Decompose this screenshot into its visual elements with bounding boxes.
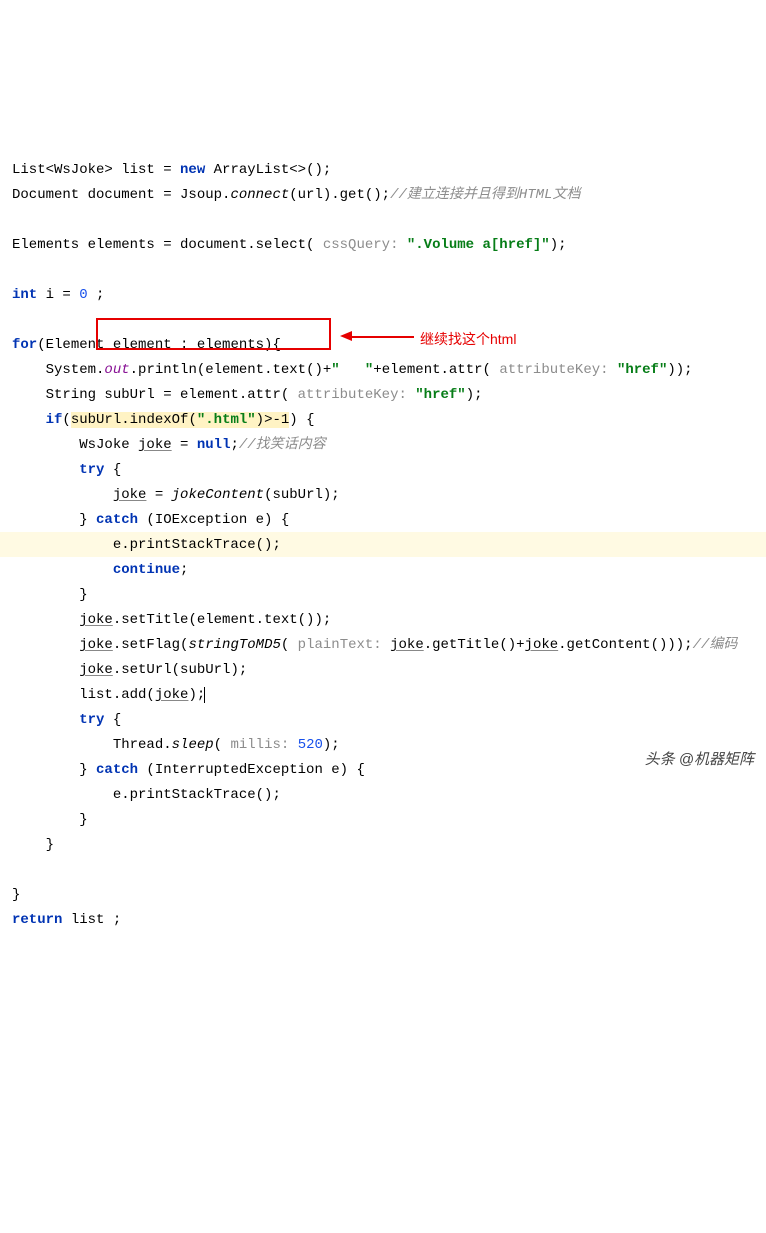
t: { bbox=[104, 712, 121, 728]
kw-catch: catch bbox=[96, 762, 138, 778]
annotation-box bbox=[96, 318, 331, 350]
t: .setTitle(element.text()); bbox=[113, 612, 331, 628]
kw-new: new bbox=[180, 162, 205, 178]
t: } bbox=[12, 512, 96, 528]
t bbox=[12, 612, 79, 628]
kw-catch: catch bbox=[96, 512, 138, 528]
fn-md5: stringToMD5 bbox=[188, 637, 280, 653]
t: Thread. bbox=[12, 737, 172, 753]
watermark: 头条 @机器矩阵 bbox=[645, 747, 754, 772]
string: ".Volume a[href]" bbox=[407, 237, 550, 253]
annotation-arrow-head-icon bbox=[340, 331, 352, 341]
t: System. bbox=[12, 362, 104, 378]
param-hint: attributeKey: bbox=[491, 362, 617, 378]
t: } bbox=[12, 587, 88, 603]
string: "href" bbox=[415, 387, 465, 403]
hl: subUrl.indexOf( bbox=[71, 412, 197, 428]
kw-try: try bbox=[79, 462, 104, 478]
t: list.add( bbox=[12, 687, 155, 703]
annotation-arrow-line bbox=[352, 336, 414, 338]
t: } bbox=[12, 812, 88, 828]
t bbox=[12, 637, 79, 653]
t bbox=[12, 662, 79, 678]
t: i = bbox=[37, 287, 79, 303]
t: (url).get(); bbox=[289, 187, 390, 203]
t: List<WsJoke> list = bbox=[12, 162, 180, 178]
var-joke: joke bbox=[138, 437, 172, 453]
t: e.printStackTrace(); bbox=[12, 787, 281, 803]
string: ".html" bbox=[197, 412, 256, 428]
t: ; bbox=[230, 437, 238, 453]
t: Elements elements = document.select( bbox=[12, 237, 314, 253]
t: ; bbox=[88, 287, 105, 303]
num: 520 bbox=[298, 737, 323, 753]
var-joke: joke bbox=[155, 687, 189, 703]
t: (IOException e) { bbox=[138, 512, 289, 528]
fn-jokecontent: jokeContent bbox=[172, 487, 264, 503]
kw-for: for bbox=[12, 337, 37, 353]
t: Document document = Jsoup. bbox=[12, 187, 230, 203]
kw-continue: continue bbox=[113, 562, 180, 578]
comment: //找笑话内容 bbox=[239, 437, 326, 453]
t: +element.attr( bbox=[373, 362, 491, 378]
kw-if: if bbox=[46, 412, 63, 428]
field-out: out bbox=[104, 362, 129, 378]
t: } bbox=[12, 837, 54, 853]
t: .setFlag( bbox=[113, 637, 189, 653]
t: .println(element.text()+ bbox=[130, 362, 332, 378]
comment: //编码 bbox=[693, 637, 738, 653]
comment: //建立连接并且得到HTML文档 bbox=[390, 187, 580, 203]
t: } bbox=[12, 887, 20, 903]
kw-int: int bbox=[12, 287, 37, 303]
annotation-text: 继续找这个html bbox=[420, 327, 516, 352]
code-block: List<WsJoke> list = new ArrayList<>(); D… bbox=[12, 158, 754, 933]
var-joke: joke bbox=[79, 637, 113, 653]
t: ); bbox=[550, 237, 567, 253]
t: ); bbox=[466, 387, 483, 403]
t: ); bbox=[323, 737, 340, 753]
num: 0 bbox=[79, 287, 87, 303]
t: ; bbox=[180, 562, 188, 578]
t: WsJoke bbox=[12, 437, 138, 453]
var-joke: joke bbox=[390, 637, 424, 653]
kw-try: try bbox=[79, 712, 104, 728]
t: ) { bbox=[289, 412, 314, 428]
fn-connect: connect bbox=[230, 187, 289, 203]
var-joke: joke bbox=[79, 612, 113, 628]
t: e.printStackTrace(); bbox=[12, 537, 281, 553]
t: .setUrl(subUrl); bbox=[113, 662, 247, 678]
t: { bbox=[104, 462, 121, 478]
string: "href" bbox=[617, 362, 667, 378]
var-joke: joke bbox=[113, 487, 147, 503]
kw-return: return bbox=[12, 912, 62, 928]
param-hint: millis: bbox=[222, 737, 298, 753]
t: )); bbox=[667, 362, 692, 378]
kw-null: null bbox=[197, 437, 231, 453]
param-hint: plainText: bbox=[289, 637, 390, 653]
t: = bbox=[146, 487, 171, 503]
fn-sleep: sleep bbox=[172, 737, 214, 753]
t: ArrayList<>(); bbox=[205, 162, 331, 178]
var-joke: joke bbox=[525, 637, 559, 653]
t: .getTitle()+ bbox=[424, 637, 525, 653]
t: ); bbox=[188, 687, 205, 703]
param-hint: cssQuery: bbox=[314, 237, 406, 253]
t: ( bbox=[214, 737, 222, 753]
t: (subUrl); bbox=[264, 487, 340, 503]
t: = bbox=[172, 437, 197, 453]
t: } bbox=[12, 762, 96, 778]
t: ( bbox=[62, 412, 70, 428]
t: .getContent())); bbox=[558, 637, 692, 653]
param-hint: attributeKey: bbox=[289, 387, 415, 403]
t: list ; bbox=[62, 912, 121, 928]
var-joke: joke bbox=[79, 662, 113, 678]
string: " " bbox=[331, 362, 373, 378]
hl: )>-1 bbox=[256, 412, 290, 428]
t: String subUrl = element.attr( bbox=[12, 387, 289, 403]
t: (InterruptedException e) { bbox=[138, 762, 365, 778]
